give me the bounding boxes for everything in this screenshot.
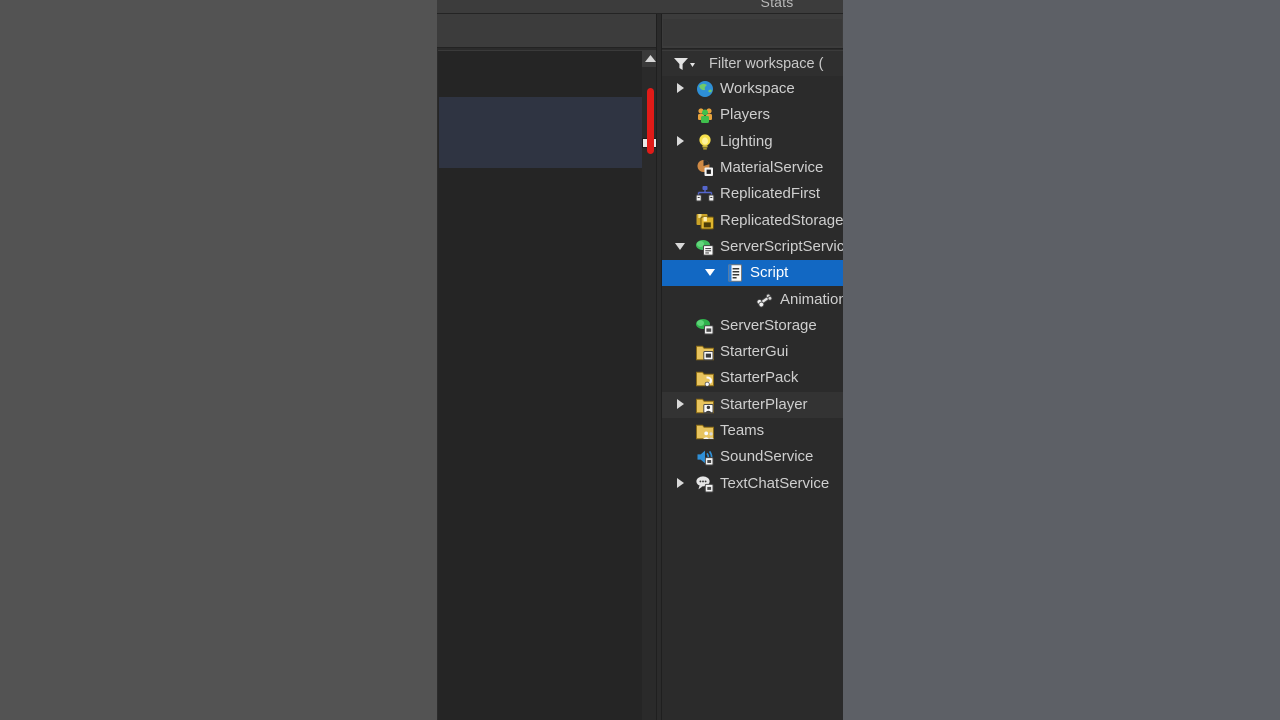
tree-row-label: Workspace: [720, 80, 795, 98]
tree-row-label: SoundService: [720, 448, 814, 466]
animation-icon: [755, 290, 775, 310]
workspace-globe-icon: [695, 79, 715, 99]
chevron-down-icon[interactable]: [674, 240, 688, 254]
tree-row-label: Players: [720, 106, 771, 124]
tree-row-label: Teams: [720, 422, 765, 439]
editor-pane-header-border: [437, 47, 659, 48]
chevron-right-icon[interactable]: [674, 477, 688, 491]
text-chat-service-icon: [695, 474, 715, 494]
tree-row-label: StarterPack: [720, 369, 799, 387]
chevron-right-icon[interactable]: [674, 135, 688, 149]
tree-row[interactable]: TextChatService: [662, 470, 843, 496]
tree-row[interactable]: Animation: [662, 286, 843, 312]
tree-row[interactable]: StarterGui: [662, 339, 843, 365]
chevron-right-icon[interactable]: [674, 398, 688, 412]
tree-row[interactable]: Teams: [662, 418, 843, 444]
tree-row[interactable]: Script: [662, 260, 843, 287]
tree-row[interactable]: ServerStorage: [662, 313, 843, 339]
starter-pack-folder-icon: [695, 368, 715, 388]
tree-row-label: TextChatService: [720, 474, 830, 492]
explorer-header: [662, 14, 843, 49]
chevron-right-icon[interactable]: [674, 82, 688, 96]
editor-pane: [437, 14, 662, 720]
editor-pane-body[interactable]: [438, 50, 658, 720]
filter-funnel-icon[interactable]: [673, 57, 695, 71]
tree-row-label: StarterPlayer: [720, 395, 808, 413]
sound-service-icon: [695, 447, 715, 467]
tree-row[interactable]: SoundService: [662, 444, 843, 470]
tree-row-label: Script: [750, 264, 789, 282]
explorer-pane: Filter workspace ( Workspace Players Light…: [662, 14, 843, 720]
editor-selection-block: [439, 97, 647, 168]
tree-row[interactable]: StarterPlayer: [662, 391, 843, 418]
editor-pane-header: [437, 14, 659, 48]
replicated-first-icon: [695, 184, 715, 204]
material-service-icon: [695, 158, 715, 178]
tree-row[interactable]: Players: [662, 102, 843, 128]
chevron-down-icon[interactable]: [704, 266, 718, 280]
tree-row-label: Animation: [780, 290, 843, 308]
starter-gui-folder-icon: [695, 342, 715, 362]
letterbox-right: [843, 0, 1280, 720]
lighting-bulb-icon: [695, 132, 715, 152]
explorer-tree[interactable]: Workspace Players Lighting MaterialService R…: [662, 76, 843, 720]
explorer-filter-input[interactable]: Filter workspace (: [709, 55, 841, 74]
script-icon: [725, 263, 745, 283]
tree-row-label: ServerStorage: [720, 316, 817, 334]
tree-row-label: ReplicatedFirst: [720, 185, 821, 203]
explorer-filter-bar[interactable]: Filter workspace (: [662, 50, 843, 77]
stats-tab-label[interactable]: Stats: [717, 0, 837, 12]
letterbox-left: [0, 0, 437, 720]
server-storage-icon: [695, 316, 715, 336]
tree-row[interactable]: MaterialService: [662, 155, 843, 181]
roblox-studio-window: Stats Filter workspace (Workspace Playe…: [437, 0, 843, 720]
tree-row[interactable]: ServerScriptService: [662, 234, 843, 260]
teams-folder-icon: [695, 421, 715, 441]
screenshot-stage: Stats Filter workspace (Workspace Playe…: [0, 0, 1280, 720]
tree-row[interactable]: ReplicatedFirst: [662, 181, 843, 207]
replicated-storage-icon: [695, 211, 715, 231]
tree-row[interactable]: Lighting: [662, 129, 843, 155]
tree-row-label: Lighting: [720, 132, 773, 150]
tree-row[interactable]: ReplicatedStorage: [662, 207, 843, 233]
splitter-line-left: [656, 14, 657, 720]
players-icon: [695, 105, 715, 125]
explorer-header-inner: [663, 19, 842, 46]
tree-row-label: ServerScriptService: [720, 237, 843, 255]
tree-row-label: StarterGui: [720, 343, 789, 361]
tree-row[interactable]: Workspace: [662, 76, 843, 102]
red-annotation-bar: [647, 88, 654, 154]
tree-row-label: MaterialService: [720, 159, 824, 177]
tree-row[interactable]: StarterPack: [662, 365, 843, 391]
starter-player-folder-icon: [695, 395, 715, 415]
server-script-service-icon: [695, 237, 715, 257]
tree-row-label: ReplicatedStorage: [720, 211, 843, 229]
